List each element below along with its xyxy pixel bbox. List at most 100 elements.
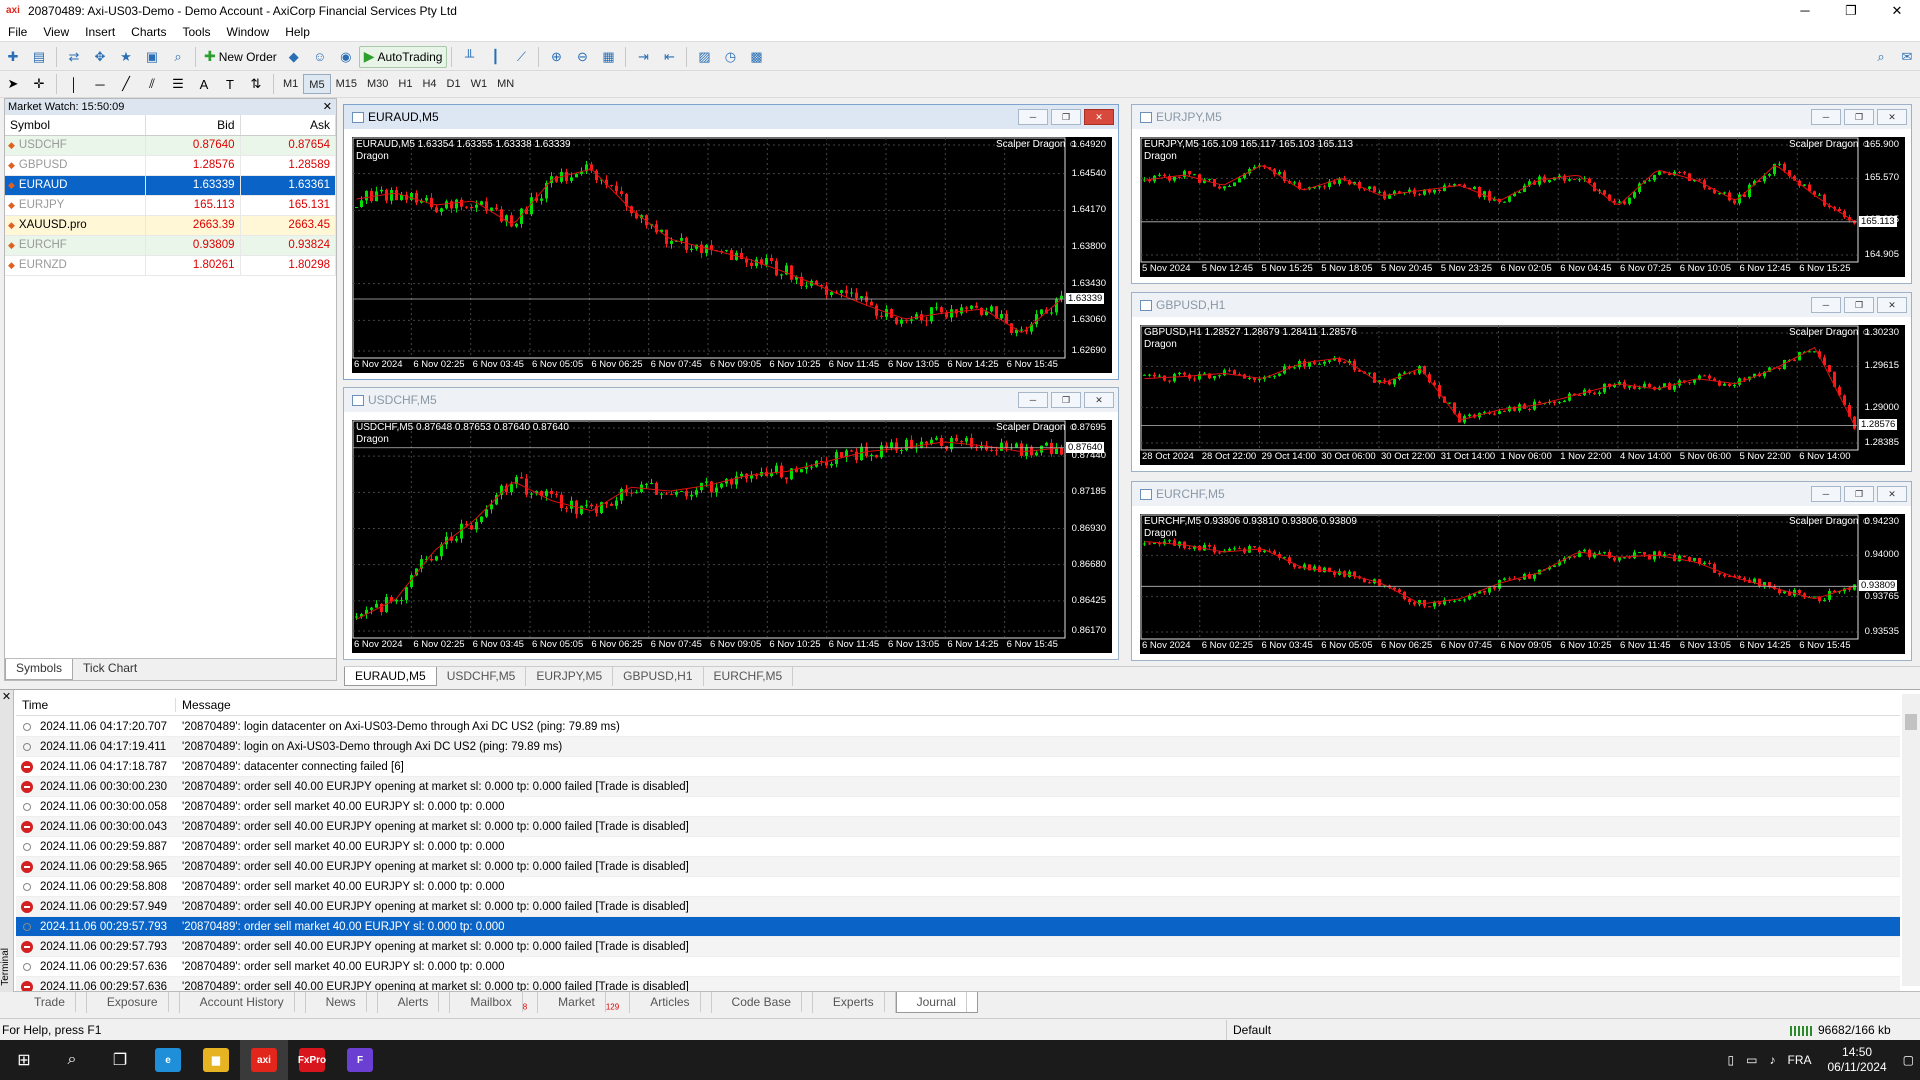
terminal-close-icon[interactable]: ✕ <box>0 690 13 703</box>
journal-row[interactable]: 2024.11.06 00:30:00.058 '20870489': order… <box>16 797 1900 817</box>
search-taskbar-icon[interactable]: ⌕ <box>48 1040 96 1080</box>
timeframe-m15[interactable]: M15 <box>331 74 362 94</box>
journal-row[interactable]: 2024.11.06 00:29:58.965 '20870489': order… <box>16 857 1900 877</box>
chart-close-button[interactable]: ✕ <box>1084 109 1114 125</box>
chart-close-button[interactable]: ✕ <box>1877 109 1907 125</box>
chart-restore-button[interactable]: ❐ <box>1051 109 1081 125</box>
journal-row[interactable]: 2024.11.06 00:29:57.949 '20870489': order… <box>16 897 1900 917</box>
chart-titlebar[interactable]: EURAUD,M5 ─ ❐ ✕ <box>344 105 1118 129</box>
chart-minimize-button[interactable]: ─ <box>1811 109 1841 125</box>
tab-alerts[interactable]: Alerts <box>378 992 451 1013</box>
fibonacci-icon[interactable]: ☰ <box>167 73 189 95</box>
profiles-icon[interactable]: ▤ <box>28 46 50 68</box>
windows-start-icon[interactable]: ⊞ <box>0 1040 48 1080</box>
chart-shift-icon[interactable]: ⇤ <box>658 46 680 68</box>
language-indicator[interactable]: FRA <box>1787 1053 1811 1067</box>
connection-status[interactable]: 96682/166 kb <box>1790 1023 1891 1037</box>
menu-help[interactable]: Help <box>277 25 318 39</box>
journal-row[interactable]: 2024.11.06 04:17:19.411 '20870489': login… <box>16 737 1900 757</box>
tab-symbols[interactable]: Symbols <box>5 659 74 680</box>
tab-mailbox[interactable]: Mailbox 8 <box>450 992 539 1013</box>
line-chart-icon[interactable]: ⟋ <box>510 46 532 68</box>
autoscroll-icon[interactable]: ⇥ <box>632 46 654 68</box>
strategy-tester-icon[interactable]: ⌕ <box>167 46 189 68</box>
vps-icon[interactable]: ◉ <box>335 46 357 68</box>
menu-insert[interactable]: Insert <box>77 25 123 39</box>
clock[interactable]: 14:50 06/11/2024 <box>1827 1045 1886 1075</box>
chart-tab[interactable]: GBPUSD,H1 <box>613 667 704 686</box>
taskbar-fxpro-button[interactable]: FxPro <box>288 1040 336 1080</box>
col-ask[interactable]: Ask <box>240 115 336 136</box>
indicators-icon[interactable]: ▨ <box>693 46 715 68</box>
tab-code-base[interactable]: Code Base <box>712 992 813 1013</box>
horizontal-line-icon[interactable]: ─ <box>89 73 111 95</box>
market-watch-close-icon[interactable]: ✕ <box>323 99 332 115</box>
journal-row[interactable]: 2024.11.06 00:29:59.887 '20870489': order… <box>16 837 1900 857</box>
data-window-icon[interactable]: ✥ <box>89 46 111 68</box>
journal-row[interactable]: 2024.11.06 00:29:57.636 '20870489': order… <box>16 957 1900 977</box>
col-bid[interactable]: Bid <box>145 115 241 136</box>
device-icon[interactable]: ▯ <box>1728 1053 1735 1067</box>
chart-tab[interactable]: USDCHF,M5 <box>437 667 527 686</box>
chart-window-euraud[interactable]: EURAUD,M5 ─ ❐ ✕ EURAUD,M5 1.63354 1.63355 1.… <box>343 104 1119 380</box>
menu-window[interactable]: Window <box>219 25 278 39</box>
col-symbol[interactable]: Symbol <box>5 115 146 136</box>
journal-row[interactable]: 2024.11.06 04:17:18.787 '20870489': datac… <box>16 757 1900 777</box>
vertical-line-icon[interactable]: │ <box>63 73 85 95</box>
journal-row[interactable]: 2024.11.06 00:29:57.793 '20870489': order… <box>16 937 1900 957</box>
metaeditor-icon[interactable]: ◆ <box>283 46 305 68</box>
market-watch-row[interactable]: ◆ XAUUSD.pro 2663.39 2663.45 <box>5 215 336 236</box>
network-icon[interactable]: ▭ <box>1746 1053 1757 1067</box>
chart-close-button[interactable]: ✕ <box>1877 486 1907 502</box>
chart-minimize-button[interactable]: ─ <box>1018 109 1048 125</box>
new-order-button[interactable]: ✚ New Order <box>200 46 281 68</box>
menu-view[interactable]: View <box>35 25 77 39</box>
timeframe-w1[interactable]: W1 <box>466 74 493 94</box>
market-watch-row[interactable]: ◆ EURCHF 0.93809 0.93824 <box>5 235 336 256</box>
bar-chart-icon[interactable]: ╨ <box>458 46 480 68</box>
chart-restore-button[interactable]: ❐ <box>1844 297 1874 313</box>
autotrading-button[interactable]: ▶ AutoTrading <box>358 45 448 68</box>
close-button[interactable]: ✕ <box>1874 0 1920 22</box>
volume-icon[interactable]: ♪ <box>1769 1053 1775 1067</box>
taskbar-edge-button[interactable]: e <box>144 1040 192 1080</box>
journal-row[interactable]: 2024.11.06 04:17:20.707 '20870489': login… <box>16 717 1900 737</box>
channel-icon[interactable]: ⫽ <box>141 73 163 95</box>
chart-titlebar[interactable]: GBPUSD,H1 ─ ❐ ✕ <box>1132 293 1911 317</box>
scroll-thumb[interactable] <box>1905 714 1917 730</box>
market-watch-row[interactable]: ◆ EURJPY 165.113 165.131 <box>5 195 336 216</box>
chart-restore-button[interactable]: ❐ <box>1844 109 1874 125</box>
tab-trade[interactable]: Trade <box>14 992 87 1013</box>
signals-icon[interactable]: ☺ <box>309 46 331 68</box>
chart-minimize-button[interactable]: ─ <box>1811 486 1841 502</box>
search-icon[interactable]: ⌕ <box>1870 46 1892 68</box>
chat-icon[interactable]: ✉ <box>1896 46 1918 68</box>
chart-titlebar[interactable]: EURJPY,M5 ─ ❐ ✕ <box>1132 105 1911 129</box>
taskbar-app-f-button[interactable]: F <box>336 1040 384 1080</box>
candlestick-icon[interactable]: ┃ <box>484 46 506 68</box>
col-time[interactable]: Time <box>16 697 176 712</box>
col-message[interactable]: Message <box>176 698 231 712</box>
task-view-icon[interactable]: ❐ <box>96 1040 144 1080</box>
chart-canvas[interactable] <box>352 420 1112 653</box>
cursor-icon[interactable]: ➤ <box>2 73 24 95</box>
chart-minimize-button[interactable]: ─ <box>1018 392 1048 408</box>
tab-articles[interactable]: Articles <box>630 992 712 1013</box>
notifications-icon[interactable]: ▢ <box>1903 1053 1914 1067</box>
tab-tick-chart[interactable]: Tick Chart <box>73 659 147 680</box>
market-watch-row[interactable]: ◆ EURAUD 1.63339 1.63361 <box>5 175 336 196</box>
tile-windows-icon[interactable]: ▦ <box>597 46 619 68</box>
menu-tools[interactable]: Tools <box>175 25 219 39</box>
new-chart-icon[interactable]: ✚ <box>2 46 24 68</box>
market-watch-row[interactable]: ◆ EURNZD 1.80261 1.80298 <box>5 255 336 276</box>
market-watch-row[interactable]: ◆ USDCHF 0.87640 0.87654 <box>5 135 336 156</box>
chart-canvas[interactable] <box>352 137 1112 373</box>
chart-window-eurchf[interactable]: EURCHF,M5 ─ ❐ ✕ EURCHF,M5 0.93806 0.93810 0.… <box>1131 481 1912 661</box>
chart-minimize-button[interactable]: ─ <box>1811 297 1841 313</box>
journal-row[interactable]: 2024.11.06 00:30:00.043 '20870489': order… <box>16 817 1900 837</box>
market-watch-icon[interactable]: ⇄ <box>63 46 85 68</box>
trendline-icon[interactable]: ╱ <box>115 73 137 95</box>
chart-titlebar[interactable]: EURCHF,M5 ─ ❐ ✕ <box>1132 482 1911 506</box>
arrows-icon[interactable]: ⇅ <box>245 73 267 95</box>
terminal-icon[interactable]: ▣ <box>141 46 163 68</box>
